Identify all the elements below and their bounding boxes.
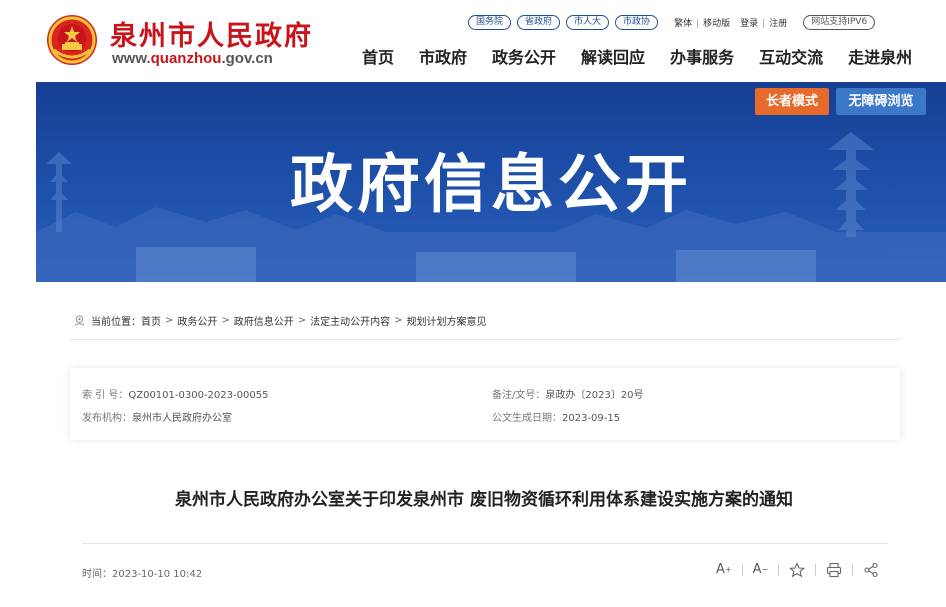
tool-separator bbox=[852, 564, 854, 576]
breadcrumb-separator: > bbox=[165, 315, 174, 326]
traditional-chinese-link[interactable]: 繁体 bbox=[674, 19, 692, 29]
nav-gov-affairs[interactable]: 政务公开 bbox=[492, 44, 556, 68]
breadcrumb-separator: > bbox=[221, 315, 230, 326]
font-decrease-button[interactable]: A − bbox=[753, 560, 769, 580]
content-panel: 当前位置： 首页 > 政务公开 > 政府信息公开 > 法定主动公开内容 > 规划… bbox=[44, 282, 924, 607]
print-button[interactable] bbox=[826, 560, 842, 580]
print-icon bbox=[827, 562, 842, 578]
font-increase-glyph: A bbox=[716, 562, 725, 577]
nav-interaction[interactable]: 互动交流 bbox=[759, 44, 823, 68]
top-links: 国务院 省政府 市人大 市政协 繁体 | 移动版 登录 | 注册 网站支持IPV6 bbox=[468, 14, 876, 30]
divider bbox=[70, 339, 900, 340]
breadcrumb: 当前位置： 首页 > 政务公开 > 政府信息公开 > 法定主动公开内容 > 规划… bbox=[74, 313, 487, 328]
generation-date-label: 公文生成日期： bbox=[492, 413, 562, 424]
nav-interpretation[interactable]: 解读回应 bbox=[581, 44, 645, 68]
accessibility-button[interactable]: 无障碍浏览 bbox=[836, 88, 926, 115]
site-url: www.quanzhou.gov.cn bbox=[112, 50, 273, 67]
divider bbox=[82, 543, 888, 544]
font-increase-sup: + bbox=[724, 565, 732, 574]
location-pin-icon bbox=[74, 315, 85, 326]
site-title[interactable]: 泉州市人民政府 bbox=[110, 14, 313, 53]
link-city-cppcc[interactable]: 市政协 bbox=[615, 14, 659, 30]
nav-home[interactable]: 首页 bbox=[362, 44, 394, 68]
tool-separator bbox=[778, 564, 780, 576]
national-emblem-icon[interactable] bbox=[46, 14, 98, 66]
index-number: 索 引 号：QZ00101-0300-2023-00055 bbox=[82, 386, 268, 401]
issuing-agency-label: 发布机构： bbox=[82, 413, 132, 424]
font-increase-button[interactable]: A + bbox=[716, 560, 732, 580]
main-nav: 首页 市政府 政务公开 解读回应 办事服务 互动交流 走进泉州 bbox=[362, 44, 912, 68]
breadcrumb-gov-affairs[interactable]: 政务公开 bbox=[177, 313, 217, 328]
breadcrumb-prefix: 当前位置： bbox=[91, 317, 141, 328]
share-button[interactable] bbox=[863, 560, 879, 580]
index-number-label: 索 引 号： bbox=[82, 390, 129, 401]
ipv6-badge: 网站支持IPV6 bbox=[803, 14, 876, 30]
publish-time-value: 2023-10-10 10:42 bbox=[112, 569, 203, 580]
document-number: 备注/文号：泉政办〔2023〕20号 bbox=[492, 386, 644, 401]
tool-separator bbox=[815, 564, 817, 576]
banner-title: 政府信息公开 bbox=[290, 148, 692, 221]
mobile-version-link[interactable]: 移动版 bbox=[703, 19, 730, 29]
url-prefix: www. bbox=[112, 50, 151, 67]
document-number-value: 泉政办〔2023〕20号 bbox=[545, 390, 644, 401]
url-suffix: .gov.cn bbox=[221, 50, 273, 67]
publish-time: 时间：2023-10-10 10:42 bbox=[82, 565, 202, 580]
separator: | bbox=[696, 18, 700, 29]
article-title: 泉州市人民政府办公室关于印发泉州市 废旧物资循环利用体系建设实施方案的通知 bbox=[175, 490, 793, 510]
favorite-button[interactable] bbox=[789, 560, 806, 580]
nav-city-gov[interactable]: 市政府 bbox=[419, 44, 467, 68]
elder-mode-button[interactable]: 长者模式 bbox=[755, 88, 829, 115]
site-header: 泉州市人民政府 www.quanzhou.gov.cn 国务院 省政府 市人大 … bbox=[0, 0, 946, 82]
util-links: 繁体 | 移动版 bbox=[674, 16, 730, 29]
auth-links: 登录 | 注册 bbox=[740, 16, 787, 29]
issuing-agency-value: 泉州市人民政府办公室 bbox=[132, 413, 232, 424]
font-decrease-sup: − bbox=[761, 565, 769, 574]
breadcrumb-separator: > bbox=[297, 315, 307, 326]
generation-date-value: 2023-09-15 bbox=[562, 413, 621, 424]
star-icon bbox=[789, 562, 806, 578]
share-icon bbox=[864, 562, 878, 578]
tool-separator bbox=[741, 564, 743, 576]
generation-date: 公文生成日期：2023-09-15 bbox=[492, 409, 620, 424]
nav-services[interactable]: 办事服务 bbox=[670, 44, 734, 68]
url-highlight: quanzhou bbox=[150, 50, 222, 67]
breadcrumb-home[interactable]: 首页 bbox=[141, 313, 161, 328]
document-number-label: 备注/文号： bbox=[492, 390, 546, 401]
breadcrumb-statutory-content[interactable]: 法定主动公开内容 bbox=[310, 313, 390, 328]
breadcrumb-plans[interactable]: 规划计划方案意见 bbox=[407, 313, 487, 328]
publish-time-label: 时间： bbox=[82, 569, 112, 580]
breadcrumb-info-disclosure[interactable]: 政府信息公开 bbox=[234, 313, 294, 328]
index-number-value: QZ00101-0300-2023-00055 bbox=[128, 390, 269, 401]
login-link[interactable]: 登录 bbox=[740, 19, 758, 29]
nav-about-quanzhou[interactable]: 走进泉州 bbox=[848, 44, 912, 68]
font-decrease-glyph: A bbox=[752, 562, 762, 577]
separator: | bbox=[762, 18, 766, 29]
link-city-congress[interactable]: 市人大 bbox=[566, 14, 610, 30]
link-state-council[interactable]: 国务院 bbox=[468, 14, 512, 30]
link-provincial-gov[interactable]: 省政府 bbox=[517, 14, 561, 30]
breadcrumb-separator: > bbox=[394, 315, 403, 326]
article-tools: A + A − bbox=[716, 560, 879, 580]
register-link[interactable]: 注册 bbox=[769, 19, 787, 29]
issuing-agency: 发布机构：泉州市人民政府办公室 bbox=[82, 409, 232, 424]
document-meta-box: 索 引 号：QZ00101-0300-2023-00055 备注/文号：泉政办〔… bbox=[70, 368, 900, 440]
